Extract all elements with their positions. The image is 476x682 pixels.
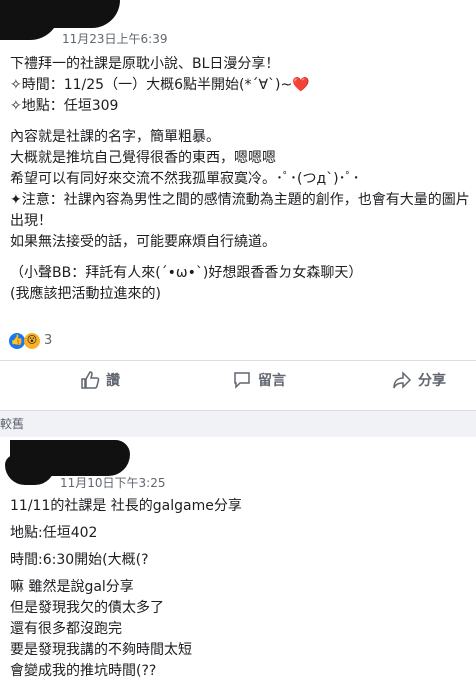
post-timestamp[interactable]: 11月10日下午3:25 bbox=[60, 474, 166, 491]
post-line: 但是發現我欠的債太多了 bbox=[10, 600, 164, 616]
like-reaction-icon[interactable]: 👍 bbox=[9, 333, 25, 349]
reaction-count[interactable]: 3 bbox=[44, 333, 52, 348]
section-divider bbox=[0, 410, 476, 437]
post-line: ✦注意：社課內容為男性之間的感情流動為主題的創作，也會有大量的圖片出現！ bbox=[10, 192, 470, 229]
post-line: 下禮拜一的社課是原耽小說、BL日漫分享！ bbox=[10, 56, 280, 72]
post-line: 時間:6:30開始(大概(? bbox=[10, 552, 149, 568]
post-line: 地點:任垣402 bbox=[10, 525, 98, 541]
comment-button[interactable]: 留言 bbox=[232, 362, 286, 398]
like-button[interactable]: 讚 bbox=[80, 362, 120, 398]
share-label: 分享 bbox=[418, 373, 446, 389]
post-body: 11/11的社課是 社長的galgame分享 地點:任垣402 時間:6:30開… bbox=[10, 496, 470, 682]
comment-icon bbox=[234, 372, 250, 389]
wow-reaction-icon[interactable]: 😮 bbox=[24, 333, 40, 349]
share-button[interactable]: 分享 bbox=[392, 362, 446, 398]
post-line: 嘛 雖然是說gal分享 bbox=[10, 579, 134, 595]
post-line: 希望可以有同好來交流不然我孤單寂寞冷。･ﾟ･(つд`)･ﾟ･ bbox=[10, 171, 360, 187]
reaction-summary-bar bbox=[0, 320, 476, 361]
post-line: 大概就是推坑自己覺得很香的東西，嗯嗯嗯 bbox=[10, 150, 276, 166]
post-line: （小聲BB：拜託有人來(ˊ•ω•ˋ)好想跟香香ㄉ女森聊天） bbox=[10, 265, 363, 281]
post-timestamp[interactable]: 11月23日上午6:39 bbox=[62, 30, 168, 47]
comment-label: 留言 bbox=[258, 373, 286, 389]
post-line: 內容就是社課的名字，簡單粗暴。 bbox=[10, 129, 220, 145]
post-line: 11/11的社課是 社長的galgame分享 bbox=[10, 498, 242, 514]
post-body: 下禮拜一的社課是原耽小說、BL日漫分享！ ✧時間：11/25（一）大概6點半開始… bbox=[10, 54, 470, 305]
post-line: 如果無法接受的話，可能要麻煩自行繞道。 bbox=[10, 234, 276, 250]
post-line: 還有很多都沒跑完 bbox=[10, 621, 122, 637]
redacted-avatar-shadow bbox=[5, 455, 55, 485]
like-label: 讚 bbox=[106, 373, 120, 389]
post-line: ✧地點：任垣309 bbox=[10, 98, 119, 114]
thumbs-up-icon bbox=[81, 371, 100, 389]
share-icon bbox=[393, 371, 412, 389]
post-line: 要是發現我講的不夠時間太短 bbox=[10, 642, 192, 658]
post-line: (我應該把活動拉進來的) bbox=[10, 286, 161, 302]
post-line: 會變成我的推坑時間(?? bbox=[10, 663, 157, 679]
section-label[interactable]: 較舊 bbox=[0, 415, 24, 432]
post-actions: 讚 留言 分享 bbox=[0, 362, 476, 398]
post-line: ✧時間：11/25（一）大概6點半開始(*´∀`)~❤️ bbox=[10, 77, 310, 93]
